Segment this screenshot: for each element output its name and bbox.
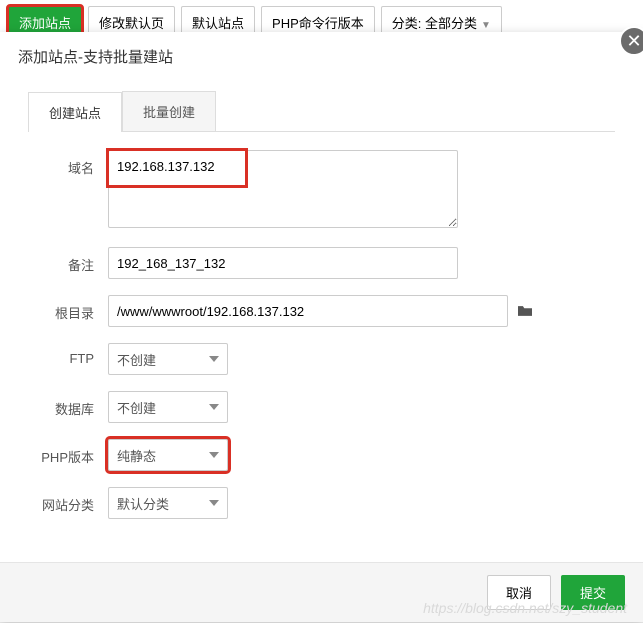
database-select[interactable]: 不创建 (108, 391, 228, 423)
site-category-select[interactable]: 默认分类 (108, 487, 228, 519)
ftp-select-value: 不创建 (117, 350, 209, 369)
ftp-select[interactable]: 不创建 (108, 343, 228, 375)
label-site-category: 网站分类 (28, 487, 108, 514)
label-root: 根目录 (28, 295, 108, 322)
label-database: 数据库 (28, 391, 108, 418)
modal-footer: 取消 提交 (0, 562, 643, 622)
form-body: 域名 备注 根目录 FTP (0, 132, 643, 545)
chevron-down-icon (209, 404, 219, 410)
tab-bar: 创建站点 批量创建 (28, 91, 615, 132)
cancel-button[interactable]: 取消 (487, 575, 551, 610)
tab-batch-create[interactable]: 批量创建 (122, 91, 216, 131)
folder-icon[interactable] (516, 304, 534, 318)
add-site-modal: ✕ 添加站点-支持批量建站 创建站点 批量创建 域名 备注 根目录 (0, 32, 643, 622)
php-version-select[interactable]: 纯静态 (108, 439, 228, 471)
chevron-down-icon (209, 356, 219, 362)
php-version-select-value: 纯静态 (117, 446, 209, 465)
site-category-select-value: 默认分类 (117, 494, 209, 513)
domain-textarea[interactable] (108, 150, 458, 228)
label-php-version: PHP版本 (28, 439, 108, 466)
label-ftp: FTP (28, 343, 108, 366)
remark-input[interactable] (108, 247, 458, 279)
submit-button[interactable]: 提交 (561, 575, 625, 610)
close-button[interactable]: ✕ (619, 26, 643, 56)
category-filter-label: 分类: 全部分类 (392, 16, 477, 31)
label-domain: 域名 (28, 150, 108, 177)
close-icon: ✕ (626, 31, 641, 52)
chevron-down-icon (209, 452, 219, 458)
root-dir-input[interactable] (108, 295, 508, 327)
label-remark: 备注 (28, 247, 108, 274)
tab-create-site[interactable]: 创建站点 (28, 92, 122, 132)
chevron-down-icon (209, 500, 219, 506)
database-select-value: 不创建 (117, 398, 209, 417)
modal-title: 添加站点-支持批量建站 (0, 32, 643, 81)
chevron-down-icon: ▼ (481, 20, 491, 31)
